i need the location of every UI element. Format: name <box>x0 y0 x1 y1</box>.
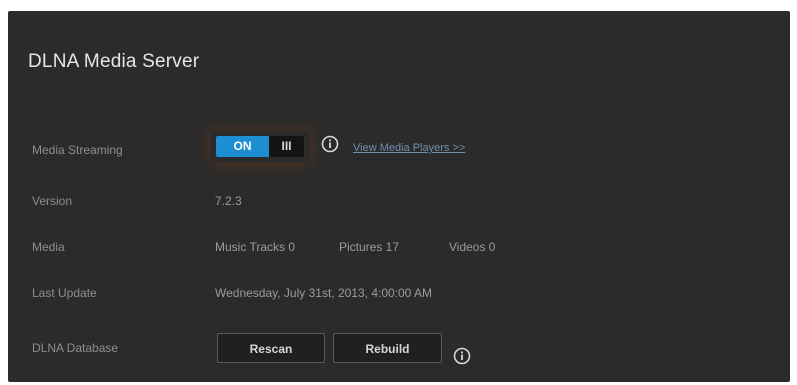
media-streaming-toggle[interactable]: ON III <box>211 131 310 162</box>
version-label: Version <box>32 194 73 208</box>
videos-count: Videos 0 <box>449 240 496 254</box>
media-streaming-label: Media Streaming <box>32 143 123 157</box>
dlna-panel: DLNA Media Server Media Streaming ON III… <box>8 11 790 382</box>
last-update-value: Wednesday, July 31st, 2013, 4:00:00 AM <box>215 286 433 300</box>
view-media-players-link[interactable]: View Media Players >> <box>353 142 465 154</box>
info-icon[interactable] <box>321 135 339 153</box>
music-tracks-count: Music Tracks 0 <box>215 240 296 254</box>
version-value: 7.2.3 <box>215 194 242 208</box>
info-icon[interactable] <box>453 347 471 365</box>
media-label: Media <box>32 240 65 254</box>
dlna-database-label: DLNA Database <box>32 341 119 355</box>
panel-title: DLNA Media Server <box>28 51 200 72</box>
toggle-off-segment[interactable]: III <box>269 136 304 157</box>
rescan-button[interactable]: Rescan <box>217 333 325 363</box>
pictures-count: Pictures 17 <box>339 240 400 254</box>
rebuild-button[interactable]: Rebuild <box>333 333 442 363</box>
last-update-label: Last Update <box>32 286 97 300</box>
toggle-on-segment[interactable]: ON <box>216 136 269 157</box>
page-top-margin <box>0 0 797 11</box>
